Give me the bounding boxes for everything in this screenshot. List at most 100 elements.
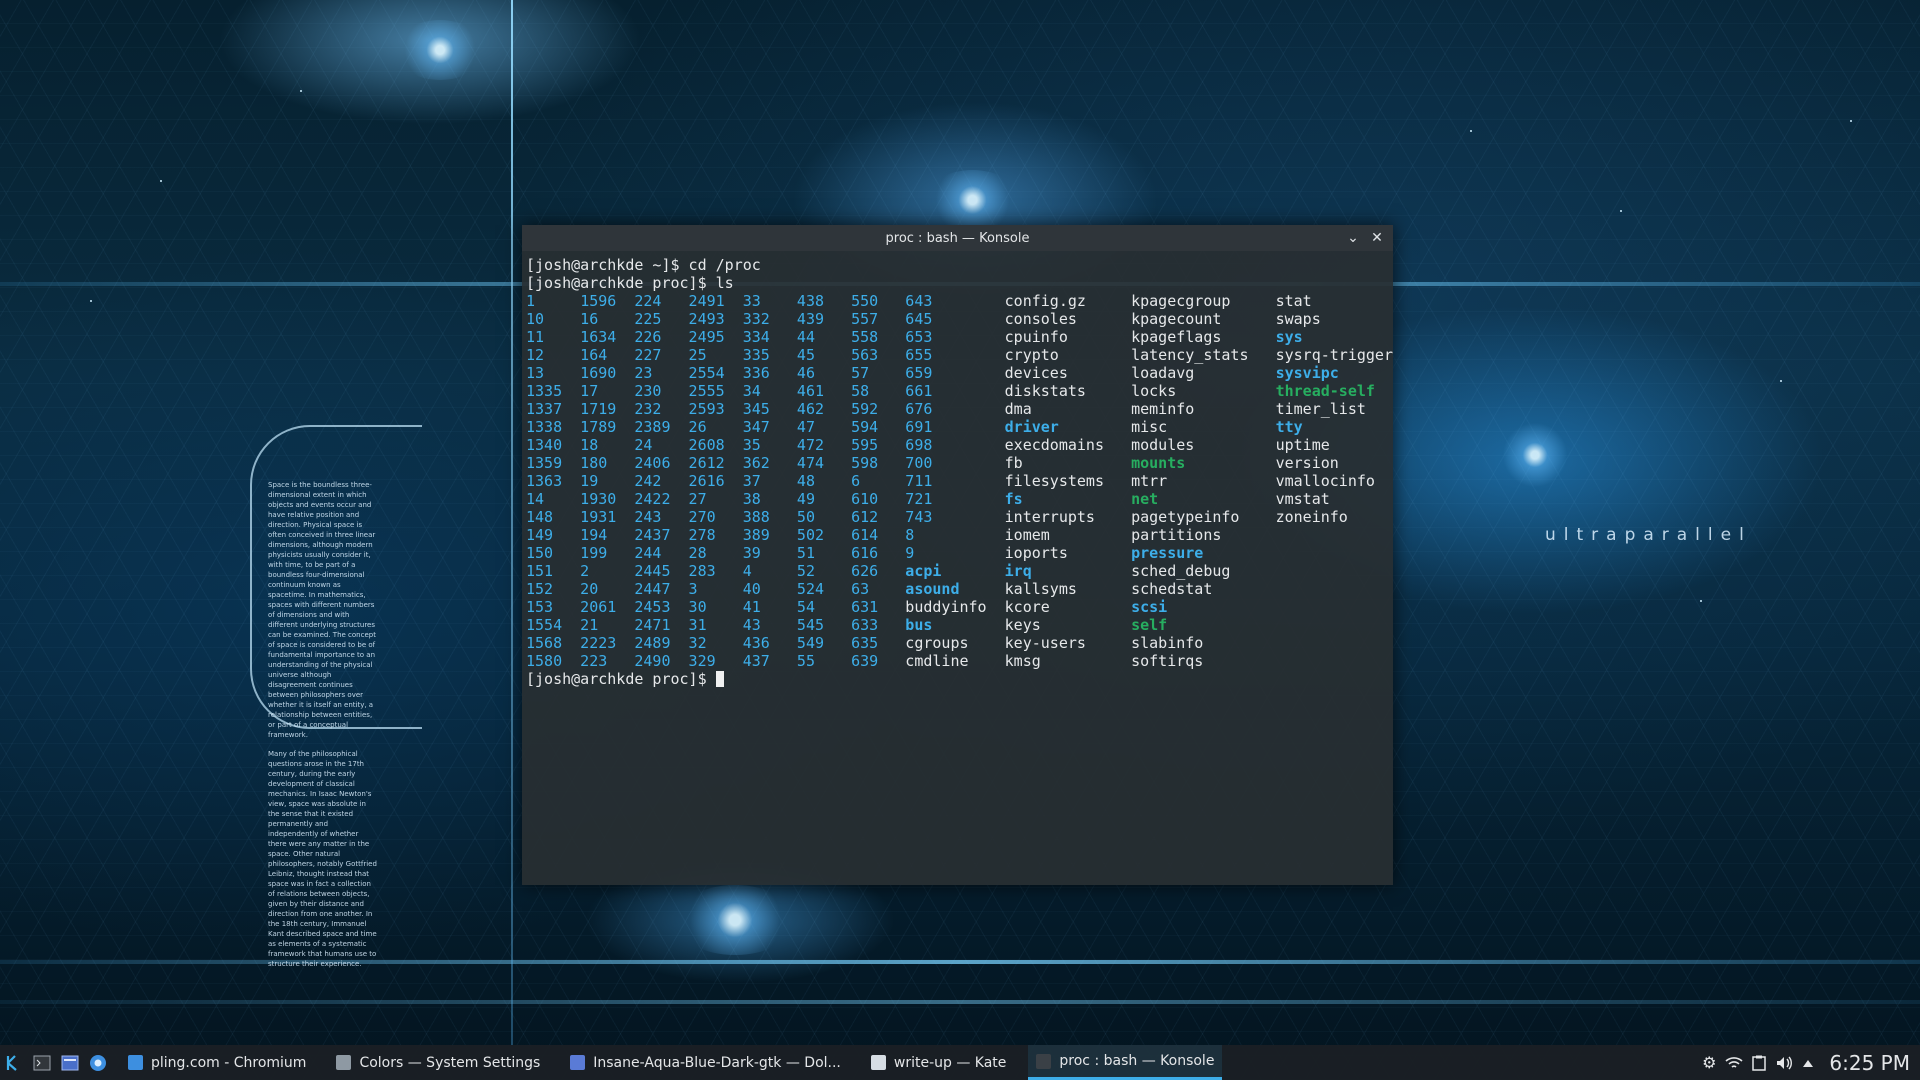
terminal-text: kcore (1004, 598, 1132, 616)
terminal-text: pagetypeinfo (1131, 508, 1276, 526)
taskbar-task[interactable]: proc : bash — Konsole (1028, 1045, 1223, 1080)
terminal-text: 1596 224 2491 33 438 550 643 (580, 292, 1005, 310)
wallpaper-paragraph: Space is the boundless three-dimensional… (268, 481, 376, 739)
taskbar-task-label: write-up — Kate (893, 1054, 1007, 1071)
terminal-text: modules (1131, 436, 1276, 454)
clock[interactable]: 6:25 PM (1829, 1051, 1910, 1075)
terminal-text: 13 1690 23 2554 336 46 57 659 (526, 364, 1005, 382)
terminal-text: 148 1931 243 270 388 50 612 743 (526, 508, 1005, 526)
terminal-text: sysvipc (1275, 364, 1339, 382)
terminal-line: 12 164 227 25 335 45 563 655 crypto late… (526, 346, 1393, 364)
terminal-text: locks (1131, 382, 1276, 400)
taskbar: pling.com - Chromium Colors — System Sett… (0, 1045, 1920, 1080)
terminal-text: self (1131, 616, 1168, 634)
minimize-button[interactable]: ⌄ (1343, 228, 1363, 248)
terminal-output[interactable]: [josh@archkde ~]$ cd /proc [josh@archkde … (522, 251, 1393, 688)
taskbar-task-label: proc : bash — Konsole (1059, 1053, 1215, 1069)
galaxy-spiral (395, 20, 485, 80)
terminal-text: config.gz (1004, 292, 1132, 310)
terminal-icon (33, 1055, 51, 1070)
arrow-up-icon[interactable] (1802, 1058, 1814, 1068)
terminal-text: 1337 1719 232 2593 345 462 592 676 (526, 400, 1005, 418)
terminal-text: sysrq-trigger (1275, 346, 1393, 364)
kde-launcher-button[interactable] (0, 1045, 28, 1080)
close-button[interactable]: ✕ (1367, 228, 1387, 248)
terminal-text: driver (1004, 418, 1059, 436)
wifi-icon[interactable] (1725, 1056, 1743, 1070)
terminal-text: 150 199 244 28 39 51 616 9 (526, 544, 1005, 562)
terminal-text: 149 194 2437 278 389 502 614 8 (526, 526, 1005, 544)
terminal-line: 153 2061 2453 30 41 54 631 buddyinfo kco… (526, 598, 1393, 616)
terminal-text: 1335 17 230 2555 34 461 58 661 (526, 382, 1005, 400)
terminal-text: kpageflags (1131, 328, 1276, 346)
taskbar-task[interactable]: Colors — System Settings (328, 1045, 548, 1080)
konsole-icon (1036, 1053, 1052, 1069)
terminal-line: 1338 1789 2389 26 347 47 594 691 driver … (526, 418, 1393, 436)
terminal-text: devices (1004, 364, 1132, 382)
terminal-text: sys (1275, 328, 1303, 346)
chromium-launcher[interactable] (84, 1045, 112, 1080)
terminal-text: fb (1004, 454, 1132, 472)
clipboard-icon[interactable] (1752, 1055, 1767, 1071)
files-icon (61, 1055, 79, 1070)
terminal-text: 1340 18 24 2608 35 472 595 698 (526, 436, 1005, 454)
galaxy-spiral (675, 885, 795, 955)
taskbar-task[interactable]: Insane-Aqua-Blue-Dark-gtk — Dol... (562, 1045, 849, 1080)
terminal-text: acpi (905, 562, 942, 580)
taskbar-task[interactable]: write-up — Kate (863, 1045, 1015, 1080)
task-list: pling.com - Chromium Colors — System Sett… (120, 1045, 1236, 1080)
wallpaper-paragraph: Many of the philosophical questions aros… (268, 750, 377, 968)
chromium-icon (128, 1055, 143, 1070)
terminal-line: 14 1930 2422 27 38 49 610 721 fs net vms… (526, 490, 1393, 508)
wallpaper-vertical-line (511, 0, 513, 1045)
terminal-text: pressure (1131, 544, 1204, 562)
terminal-text: mounts (1131, 454, 1186, 472)
terminal-line: 1554 21 2471 31 43 545 633 bus keys self (526, 616, 1393, 634)
terminal-text: 12 164 227 25 335 45 563 655 (526, 346, 1005, 364)
terminal-text: partitions (1131, 526, 1222, 544)
terminal-text: 152 20 2447 3 40 524 63 (526, 580, 906, 598)
terminal-text: buddyinfo (905, 598, 1005, 616)
terminal-text: [josh@archkde ~]$ cd /proc (526, 256, 761, 274)
close-icon: ✕ (1371, 230, 1383, 246)
terminal-text: latency_stats (1131, 346, 1276, 364)
terminal-text: 151 2 2445 283 4 52 626 (526, 562, 906, 580)
kde-launcher-icon (6, 1054, 17, 1071)
terminal-text: [josh@archkde proc]$ (526, 670, 716, 688)
terminal-launcher[interactable] (28, 1045, 56, 1080)
taskbar-task[interactable]: pling.com - Chromium (120, 1045, 314, 1080)
terminal-text: 1554 21 2471 31 43 545 633 (526, 616, 906, 634)
terminal-text: 1580 223 2490 329 437 55 639 (526, 652, 906, 670)
terminal-text: softirqs (1131, 652, 1204, 670)
volume-icon[interactable] (1775, 1055, 1793, 1071)
galaxy-spiral (925, 170, 1020, 230)
terminal-text: stat (1275, 292, 1312, 310)
terminal-line: 10 16 225 2493 332 439 557 645 consoles … (526, 310, 1393, 328)
files-launcher[interactable] (56, 1045, 84, 1080)
window-title: proc : bash — Konsole (885, 230, 1030, 246)
terminal-text: kpagecount (1131, 310, 1276, 328)
terminal-cursor (715, 671, 724, 687)
terminal-text: 1363 19 242 2616 37 48 6 711 (526, 472, 1005, 490)
gear-icon[interactable]: ⚙ (1702, 1053, 1716, 1072)
terminal-text: schedstat (1131, 580, 1213, 598)
terminal-text: 153 2061 2453 30 41 54 631 (526, 598, 906, 616)
terminal-text: slabinfo (1131, 634, 1204, 652)
konsole-window[interactable]: proc : bash — Konsole ⌄ ✕ [josh@archkde … (522, 225, 1393, 885)
terminal-text: version (1275, 454, 1339, 472)
dolphin-icon (570, 1055, 586, 1070)
wallpaper-text: Space is the boundless three-dimensional… (268, 480, 378, 978)
terminal-text: 1 (526, 292, 581, 310)
window-titlebar[interactable]: proc : bash — Konsole ⌄ ✕ (522, 225, 1393, 251)
taskbar-task-label: Colors — System Settings (359, 1054, 541, 1071)
terminal-text: diskstats (1004, 382, 1132, 400)
terminal-line: 1580 223 2490 329 437 55 639 cmdline kms… (526, 652, 1393, 670)
terminal-text: loadavg (1131, 364, 1276, 382)
terminal-text: net (1131, 490, 1159, 508)
